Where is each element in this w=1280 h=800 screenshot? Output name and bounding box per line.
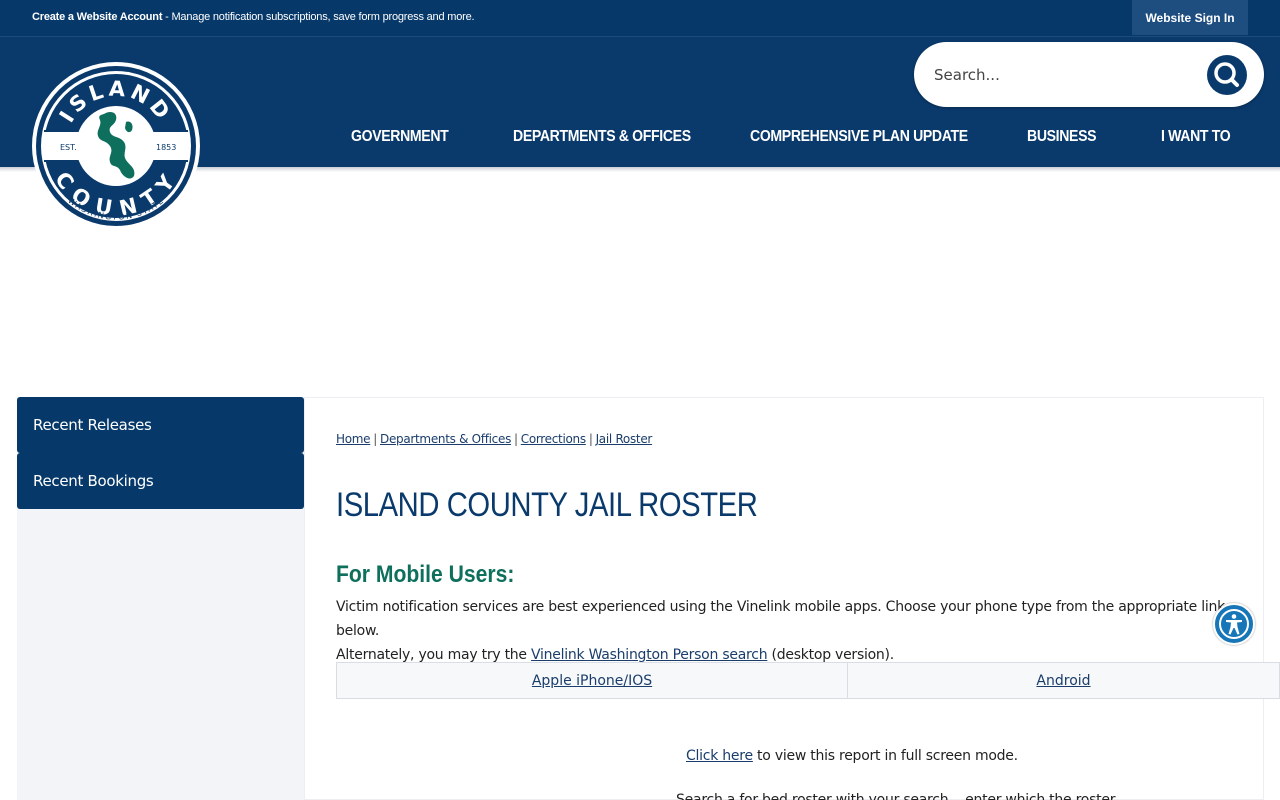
app-cell-android: Android — [848, 663, 1279, 698]
full-screen-text: to view this report in full screen mode. — [752, 748, 1018, 764]
line2-prefix: Alternately, you may try the — [336, 647, 531, 663]
nav-item-business[interactable]: BUSINESS — [1027, 128, 1097, 146]
breadcrumb-corrections[interactable]: Corrections — [521, 432, 586, 446]
island-county-logo[interactable]: EST. 1853 ISLAND COUNTY WASHINGTON STATE — [30, 60, 202, 232]
page-title: ISLAND COUNTY JAIL ROSTER — [336, 486, 758, 524]
breadcrumb-departments-offices[interactable]: Departments & Offices — [380, 432, 511, 446]
nav-item-government[interactable]: GOVERNMENT — [351, 128, 449, 146]
breadcrumb: Home | Departments & Offices | Corrections | J… — [336, 432, 652, 446]
create-account-description: - Manage notification subscriptions, sav… — [162, 11, 475, 23]
sidebar-item-recent-releases[interactable]: Recent Releases — [17, 397, 304, 453]
svg-text:EST.: EST. — [60, 143, 77, 152]
breadcrumb-home[interactable]: Home — [336, 432, 371, 446]
search-icon — [1214, 62, 1239, 87]
app-cell-apple: Apple iPhone/IOS — [337, 663, 848, 698]
full-screen-link[interactable]: Click here — [686, 748, 753, 764]
search-button[interactable] — [1207, 55, 1247, 95]
mobile-instructions: Victim notification services are best ex… — [336, 595, 1266, 667]
svg-text:1853: 1853 — [156, 143, 176, 152]
island-county-seal-icon: EST. 1853 ISLAND COUNTY WASHINGTON STATE — [32, 62, 200, 230]
create-account-promo[interactable]: Create a Website Account - Manage notifi… — [32, 11, 475, 23]
nav-item-departments-offices[interactable]: DEPARTMENTS & OFFICES — [513, 128, 691, 146]
cutoff-text: Search a for bed roster with your search… — [676, 792, 1116, 800]
nav-item-comprehensive-plan-update[interactable]: COMPREHENSIVE PLAN UPDATE — [750, 128, 968, 146]
breadcrumb-separator: | — [514, 432, 518, 446]
full-screen-notice: Click here to view this report in full s… — [686, 748, 1018, 764]
search-input[interactable] — [934, 62, 1194, 88]
apple-ios-link[interactable]: Apple iPhone/IOS — [532, 673, 652, 689]
android-link[interactable]: Android — [1036, 673, 1090, 689]
line2-suffix: (desktop version). — [767, 647, 895, 663]
sidebar: Recent Releases Recent Bookings — [17, 397, 304, 800]
accessibility-icon — [1219, 609, 1249, 639]
mobile-instructions-line1: Victim notification services are best ex… — [336, 599, 1225, 639]
breadcrumb-separator: | — [588, 432, 593, 446]
website-sign-in-button[interactable]: Website Sign In — [1132, 0, 1248, 35]
breadcrumb-separator: | — [373, 432, 377, 446]
vinelink-person-search-link[interactable]: Vinelink Washington Person search — [531, 647, 768, 663]
breadcrumb-jail-roster[interactable]: Jail Roster — [596, 432, 653, 446]
accessibility-button[interactable] — [1213, 603, 1255, 645]
app-links-table: Apple iPhone/IOS Android — [336, 662, 1280, 699]
utility-bar: Create a Website Account - Manage notifi… — [0, 0, 1280, 36]
nav-item-i-want-to[interactable]: I WANT TO — [1161, 128, 1231, 146]
site-search — [914, 42, 1264, 107]
create-account-link[interactable]: Create a Website Account — [32, 11, 162, 23]
mobile-users-heading: For Mobile Users: — [336, 561, 515, 588]
sidebar-item-recent-bookings[interactable]: Recent Bookings — [17, 453, 304, 509]
